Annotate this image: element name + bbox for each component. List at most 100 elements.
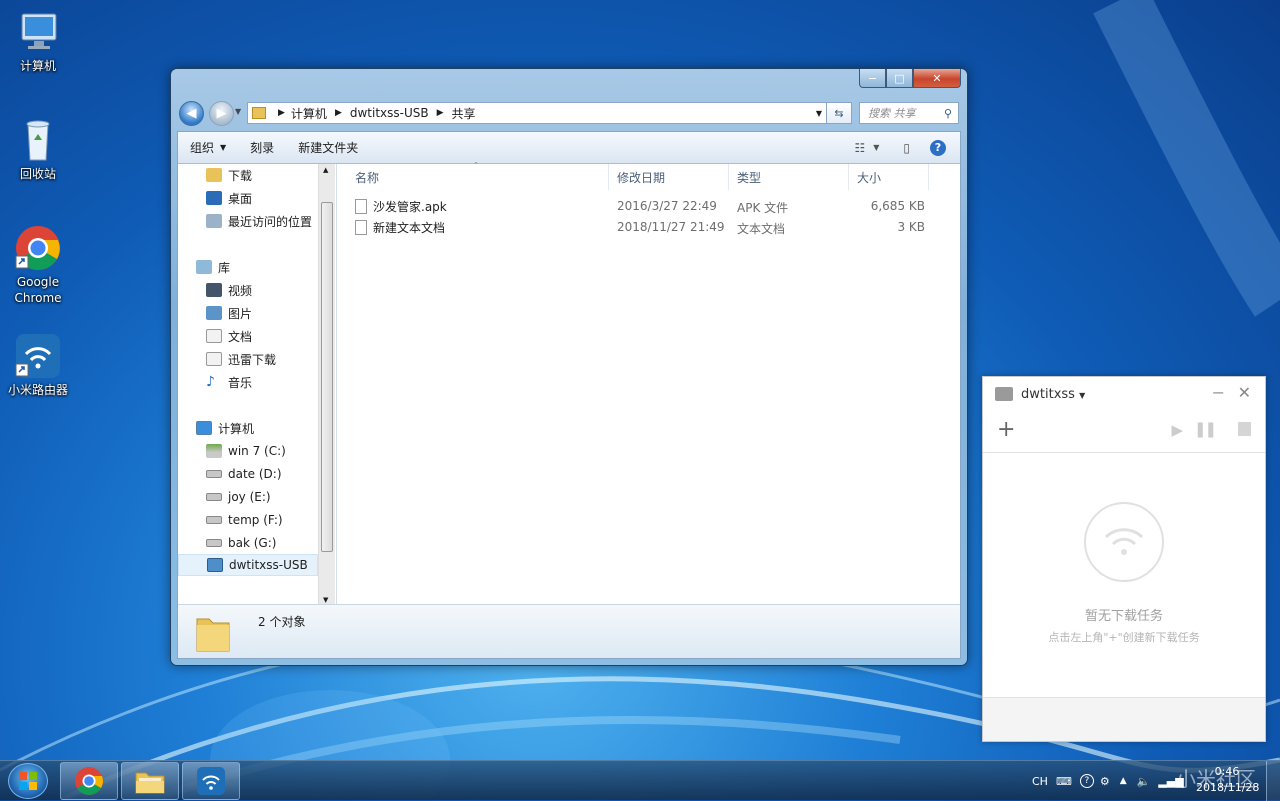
file-row[interactable]: 新建文本文档 2018/11/27 21:49 文本文档 3 KB <box>355 217 955 238</box>
desktop-icon-recycle-bin[interactable]: 回收站 <box>0 116 76 182</box>
chevron-down-icon: ▼ <box>1079 390 1086 400</box>
desktop-icon-chrome[interactable]: Google Chrome <box>0 224 76 306</box>
search-input[interactable]: 搜索 共享 ⚲ <box>859 102 959 124</box>
file-name: 沙发管家.apk <box>373 200 447 214</box>
add-task-icon[interactable]: + <box>997 417 1015 442</box>
maximize-button[interactable]: □ <box>886 69 913 88</box>
nav-item-thunder-downloads[interactable]: 迅雷下载 <box>206 348 276 370</box>
address-bar[interactable]: ▶ 计算机 ▶ dwtitxss-USB ▶ 共享 ▼ <box>247 102 827 124</box>
view-options-button[interactable]: ☷ ▼ <box>842 132 891 163</box>
column-header-type[interactable]: 类型 <box>729 164 849 190</box>
nav-item-usb[interactable]: dwtitxss-USB <box>178 554 318 576</box>
language-indicator[interactable]: CH <box>1032 775 1048 788</box>
nav-item-videos[interactable]: 视频 <box>206 279 252 301</box>
nav-item-drive-f[interactable]: temp (F:) <box>206 509 283 531</box>
nav-item-libraries[interactable]: 库 <box>196 256 230 278</box>
nav-item-drive-d[interactable]: date (D:) <box>206 463 282 485</box>
nav-item-computer[interactable]: 计算机 <box>196 417 254 439</box>
taskbar-xiaomi-router[interactable] <box>182 762 240 800</box>
nav-label: 视频 <box>228 283 253 298</box>
close-icon[interactable]: ✕ <box>1238 383 1251 402</box>
nav-item-desktop[interactable]: 桌面 <box>206 187 252 209</box>
navigation-pane: 下载 桌面 最近访问的位置 库 视频 图片 文档 迅雷下载 ♪ 音乐 计算机 wi… <box>178 164 337 606</box>
show-desktop-button[interactable] <box>1266 761 1280 801</box>
column-header-name[interactable]: 名称 <box>347 164 609 190</box>
panel-footer <box>983 697 1265 741</box>
caption-buttons: − □ ✕ <box>859 69 961 88</box>
scroll-thumb[interactable] <box>321 202 333 552</box>
recent-pages-dropdown[interactable]: ▼ <box>235 107 241 116</box>
music-icon: ♪ <box>206 374 215 390</box>
search-placeholder: 搜索 共享 <box>868 107 916 120</box>
desktop-icon-computer[interactable]: 计算机 <box>0 8 76 74</box>
show-hidden-icons[interactable]: ▲ <box>1120 776 1127 786</box>
nav-item-music[interactable]: ♪ 音乐 <box>206 371 252 393</box>
minimize-button[interactable]: − <box>859 69 886 88</box>
close-button[interactable]: ✕ <box>913 69 961 88</box>
scroll-up-icon[interactable]: ▲ <box>323 166 328 174</box>
burn-button[interactable]: 刻录 <box>238 132 286 163</box>
play-icon[interactable]: ▶ <box>1171 421 1183 439</box>
nav-label: joy (E:) <box>228 490 271 504</box>
details-pane: 2 个对象 <box>178 604 960 658</box>
settings-icon[interactable]: ⚙ <box>1100 775 1110 788</box>
nav-label: 迅雷下载 <box>228 352 277 367</box>
nav-scrollbar[interactable]: ▲ ▼ <box>318 164 335 606</box>
computer-icon <box>14 8 62 56</box>
preview-pane-button[interactable]: ▯ <box>891 132 922 163</box>
drive-icon <box>206 493 222 501</box>
new-folder-button[interactable]: 新建文件夹 <box>286 132 370 163</box>
nav-label: date (D:) <box>228 467 282 481</box>
computer-icon <box>196 421 212 435</box>
empty-title: 暂无下载任务 <box>1084 609 1163 624</box>
system-tray: CH ⌨ ? ⚙ ▲ 🔈 ▂▄▆ <box>1032 761 1192 801</box>
nav-item-documents[interactable]: 文档 <box>206 325 252 347</box>
keyboard-icon[interactable]: ⌨ <box>1056 775 1072 788</box>
taskbar-explorer[interactable] <box>121 762 179 800</box>
drive-icon <box>206 539 222 547</box>
file-list: ⌃ 名称 修改日期 类型 大小 沙发管家.apk 2016/3/27 22:49… <box>337 161 961 606</box>
address-dropdown-icon[interactable]: ▼ <box>816 109 822 118</box>
nav-item-drive-c[interactable]: win 7 (C:) <box>206 440 286 462</box>
minimize-icon[interactable]: − <box>1212 383 1225 402</box>
start-button[interactable] <box>8 763 48 799</box>
column-header-modified[interactable]: 修改日期 <box>609 164 729 190</box>
refresh-button[interactable]: ⇆ <box>827 102 852 124</box>
file-row[interactable]: 沙发管家.apk 2016/3/27 22:49 APK 文件 6,685 KB <box>355 196 955 217</box>
back-button[interactable]: ◀ <box>179 101 204 126</box>
nav-item-drive-g[interactable]: bak (G:) <box>206 532 276 554</box>
clock[interactable]: 0:46 2018/11/28 <box>1196 764 1260 796</box>
object-count: 2 个对象 <box>258 615 306 629</box>
help-icon: ? <box>930 139 946 156</box>
breadcrumb-separator-icon: ▶ <box>278 108 285 118</box>
router-icon <box>14 332 62 380</box>
nav-item-drive-e[interactable]: joy (E:) <box>206 486 271 508</box>
breadcrumb-item[interactable]: 共享 <box>452 105 476 122</box>
clock-date: 2018/11/28 <box>1196 781 1260 794</box>
pause-icon[interactable]: ❚❚ <box>1194 420 1217 438</box>
nav-item-downloads[interactable]: 下载 <box>206 164 252 186</box>
breadcrumb-item[interactable]: 计算机 <box>291 105 327 122</box>
chrome-icon <box>75 767 103 795</box>
desktop-icon-xiaomi-router[interactable]: 小米路由器 <box>0 332 76 398</box>
help-button[interactable]: ? <box>922 132 960 163</box>
volume-icon[interactable]: 🔈 <box>1137 775 1151 788</box>
taskbar-chrome[interactable] <box>60 762 118 800</box>
recycle-bin-icon <box>14 116 62 164</box>
scroll-down-icon[interactable]: ▼ <box>323 596 328 604</box>
file-size: 6,685 KB <box>870 199 925 213</box>
organize-button[interactable]: 组织 ▼ <box>178 132 238 163</box>
explorer-window: − □ ✕ ◀ ▶ ▼ ▶ 计算机 ▶ dwtitxss-USB ▶ 共享 ▼ … <box>170 68 968 666</box>
trash-icon[interactable] <box>1238 422 1251 436</box>
forward-button[interactable]: ▶ <box>209 101 234 126</box>
network-drive-icon <box>207 558 223 572</box>
nav-item-recent[interactable]: 最近访问的位置 <box>206 210 312 232</box>
nav-label: temp (F:) <box>228 513 283 527</box>
breadcrumb-item[interactable]: dwtitxss-USB <box>350 106 429 120</box>
nav-item-pictures[interactable]: 图片 <box>206 302 252 324</box>
device-selector[interactable]: dwtitxss ▼ <box>1021 387 1085 402</box>
column-header-size[interactable]: 大小 <box>849 164 929 190</box>
document-icon <box>206 352 222 366</box>
help-icon[interactable]: ? <box>1079 774 1094 788</box>
command-bar: 组织 ▼ 刻录 新建文件夹 ☷ ▼ ▯ ? <box>178 132 960 164</box>
